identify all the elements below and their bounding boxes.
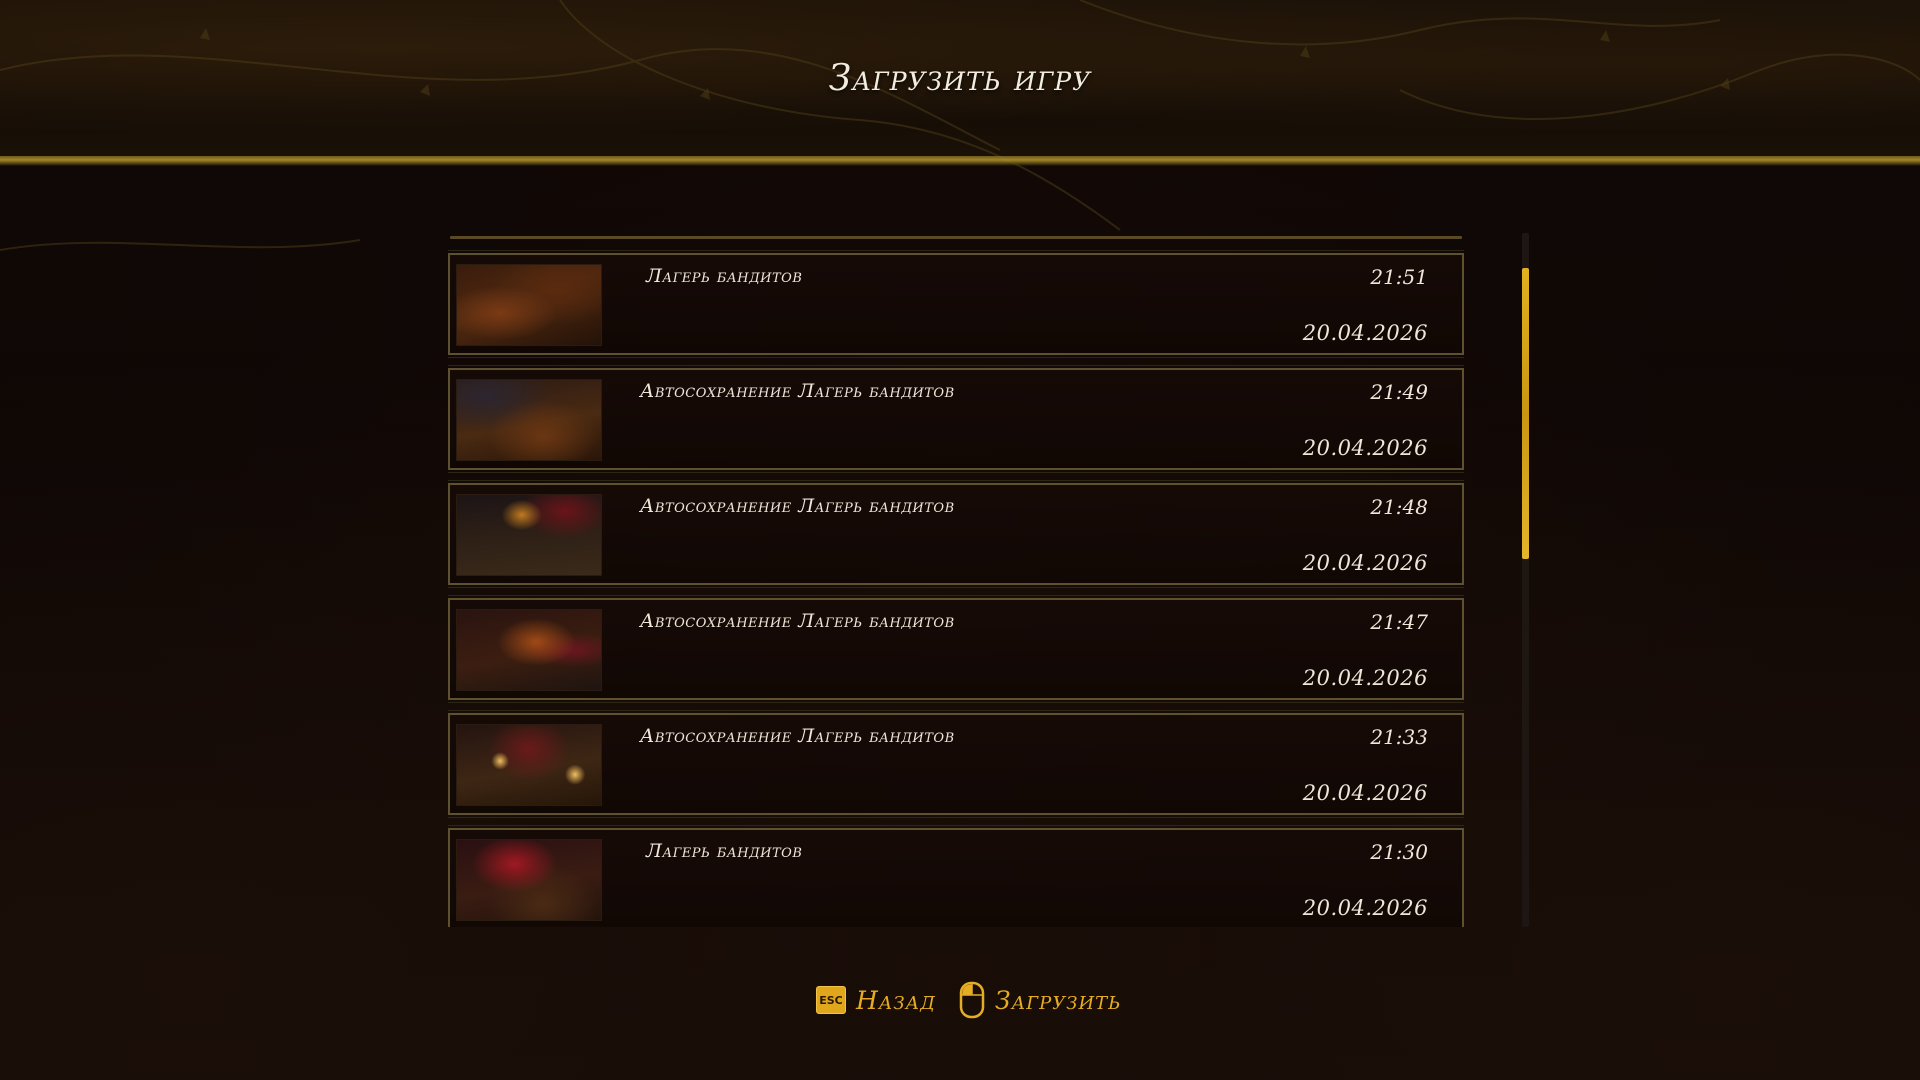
save-time: 21:48 (1370, 495, 1428, 519)
load-game-screen: Загрузить игру Лагерь бандитов 21:51 20.… (0, 0, 1920, 1080)
esc-key-icon: ESC (816, 986, 846, 1014)
load-label: Загрузить (995, 985, 1122, 1015)
mouse-left-click-icon (959, 981, 985, 1019)
save-time: 21:30 (1370, 840, 1428, 864)
save-thumbnail (456, 609, 602, 691)
save-thumbnail (456, 494, 602, 576)
save-time: 21:47 (1370, 610, 1428, 634)
back-label: Назад (856, 985, 936, 1015)
save-time: 21:49 (1370, 380, 1428, 404)
save-date: 20.04.2026 (1302, 321, 1428, 345)
save-slot[interactable]: Автосохранение Лагерь бандитов 21:48 20.… (448, 480, 1464, 588)
save-date: 20.04.2026 (1302, 666, 1428, 690)
save-thumbnail (456, 379, 602, 461)
load-button[interactable]: Загрузить (959, 978, 1121, 1022)
save-slot[interactable]: Лагерь бандитов 21:51 20.04.2026 (448, 250, 1464, 358)
save-list[interactable]: Лагерь бандитов 21:51 20.04.2026 Автосох… (448, 233, 1464, 927)
save-date: 20.04.2026 (1302, 781, 1428, 805)
save-slot[interactable]: Автосохранение Лагерь бандитов 21:47 20.… (448, 595, 1464, 703)
save-slot[interactable]: Лагерь бандитов 21:30 20.04.2026 (448, 825, 1464, 927)
save-date: 20.04.2026 (1302, 551, 1428, 575)
save-name: Автосохранение Лагерь бандитов (640, 380, 955, 402)
header-gold-edge (0, 156, 1920, 166)
save-name: Автосохранение Лагерь бандитов (640, 725, 955, 747)
save-thumbnail (456, 264, 602, 346)
save-date: 20.04.2026 (1302, 436, 1428, 460)
save-thumbnail (456, 724, 602, 806)
save-date: 20.04.2026 (1302, 896, 1428, 920)
save-time: 21:33 (1370, 725, 1428, 749)
back-button[interactable]: ESC Назад (816, 978, 936, 1022)
save-thumbnail (456, 839, 602, 921)
save-slot[interactable]: Автосохранение Лагерь бандитов 21:33 20.… (448, 710, 1464, 818)
save-name: Автосохранение Лагерь бандитов (640, 495, 955, 517)
footer-hints: ESC Назад Загрузить (0, 978, 1920, 1022)
save-name: Лагерь бандитов (646, 265, 803, 287)
save-time: 21:51 (1370, 265, 1428, 289)
save-name: Лагерь бандитов (646, 840, 803, 862)
save-name: Автосохранение Лагерь бандитов (640, 610, 955, 632)
page-title: Загрузить игру (828, 58, 1092, 99)
scrollbar-thumb[interactable] (1522, 268, 1529, 559)
save-list-scrollbar[interactable] (1522, 233, 1529, 927)
save-slot[interactable]: Автосохранение Лагерь бандитов 21:49 20.… (448, 365, 1464, 473)
